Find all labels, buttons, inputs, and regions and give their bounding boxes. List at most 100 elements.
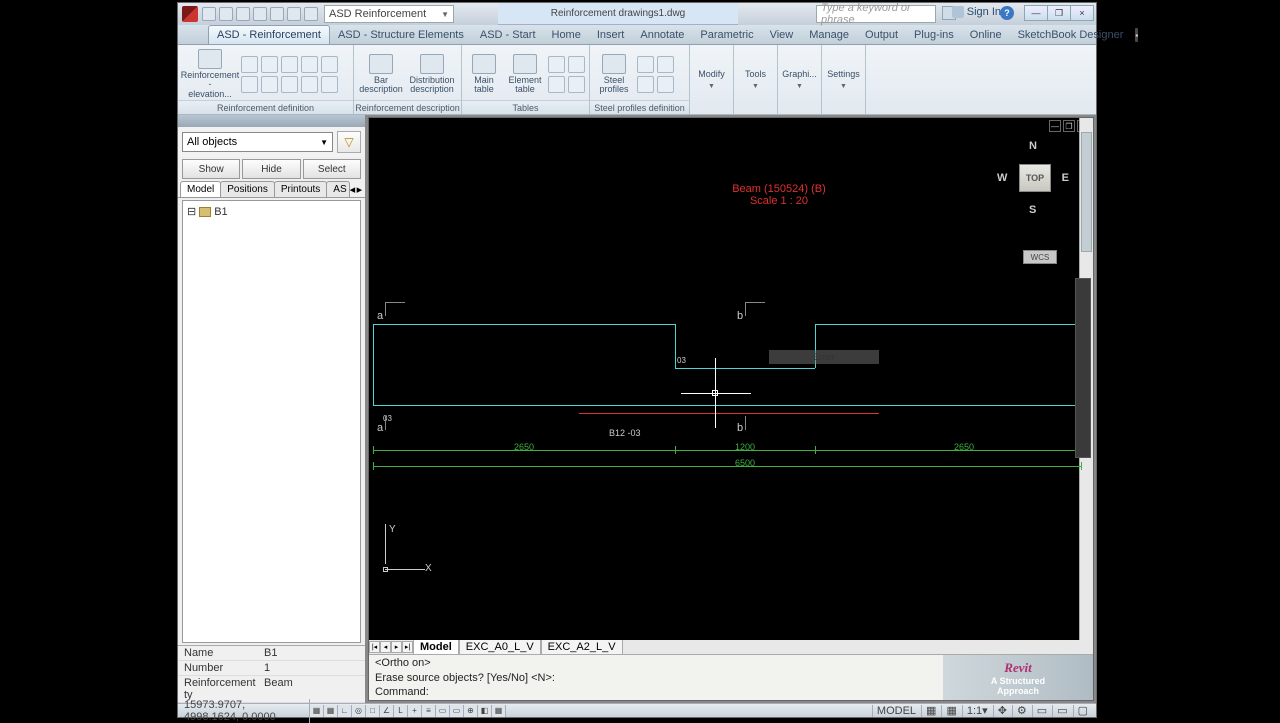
redo-icon[interactable]	[304, 7, 318, 21]
drawing-window[interactable]: — ❐ × Beam (150524) (B) Scale 1 : 20 a b	[368, 117, 1094, 701]
sr-icon-6[interactable]: ▭	[1052, 705, 1071, 717]
rd-icon-2[interactable]	[261, 56, 278, 73]
tab-home[interactable]: Home	[544, 26, 589, 44]
sp-icon-4[interactable]	[657, 76, 674, 93]
panel-graphics[interactable]: Graphi...▼	[778, 45, 822, 114]
layout-nav-first-icon[interactable]: |◂	[369, 641, 380, 653]
rd-icon-1[interactable]	[241, 56, 258, 73]
tab-online[interactable]: Online	[962, 26, 1010, 44]
tb-icon-1[interactable]	[548, 56, 565, 73]
tb-icon-2[interactable]	[568, 56, 585, 73]
annotation-scale[interactable]: 1:1 ▾	[962, 705, 992, 717]
side-tab-printouts[interactable]: Printouts	[274, 181, 327, 197]
tb-icon-3[interactable]	[548, 76, 565, 93]
viewcube-face[interactable]: TOP	[1019, 164, 1051, 192]
object-tree[interactable]: ⊟ B1	[182, 200, 361, 643]
filter-icon[interactable]: ▽	[337, 131, 361, 153]
save-icon[interactable]	[236, 7, 250, 21]
reinforcement-elevation-button[interactable]: Reinforcement - elevation...	[182, 48, 238, 100]
sr-icon-5[interactable]: ▭	[1032, 705, 1051, 717]
side-panel-titlebar[interactable]	[178, 115, 365, 127]
select-button[interactable]: Select	[303, 159, 361, 179]
panel-modify[interactable]: Modify▼	[690, 45, 734, 114]
tab-plugins[interactable]: Plug-ins	[906, 26, 962, 44]
layout-nav-last-icon[interactable]: ▸|	[402, 641, 413, 653]
tab-output[interactable]: Output	[857, 26, 906, 44]
tab-view[interactable]: View	[762, 26, 802, 44]
ducs-toggle[interactable]: L	[394, 705, 408, 717]
layer-combo[interactable]: ASD Reinforcement ▼	[324, 5, 454, 23]
layout-tab-1[interactable]: EXC_A0_L_V	[459, 640, 541, 655]
minimize-button[interactable]: —	[1024, 5, 1048, 21]
rd-icon-8[interactable]	[281, 76, 298, 93]
viewcube-south[interactable]: S	[1029, 204, 1036, 216]
search-input[interactable]: Type a keyword or phrase	[816, 5, 936, 23]
side-tab-model[interactable]: Model	[180, 181, 221, 197]
ucs-icon[interactable]: Y X	[377, 524, 427, 574]
sr-icon-4[interactable]: ⚙	[1012, 705, 1031, 717]
tab-scroll-right-icon[interactable]: ▸	[356, 181, 363, 197]
cmd-input[interactable]	[429, 686, 937, 698]
open-icon[interactable]	[219, 7, 233, 21]
sp-icon-2[interactable]	[657, 56, 674, 73]
sp-icon-3[interactable]	[637, 76, 654, 93]
tab-parametric[interactable]: Parametric	[692, 26, 761, 44]
grid-toggle[interactable]: ▦	[324, 705, 338, 717]
polar-toggle[interactable]: ◎	[352, 705, 366, 717]
tpy-toggle[interactable]: ▭	[436, 705, 450, 717]
panel-settings[interactable]: Settings▼	[822, 45, 866, 114]
rd-icon-3[interactable]	[281, 56, 298, 73]
command-text[interactable]: <Ortho on> Erase source objects? [Yes/No…	[369, 655, 943, 700]
show-button[interactable]: Show	[182, 159, 240, 179]
tab-insert[interactable]: Insert	[589, 26, 633, 44]
tree-collapse-icon[interactable]: ⊟	[187, 205, 196, 218]
layout-tab-model[interactable]: Model	[413, 640, 459, 655]
lwt-toggle[interactable]: ≡	[422, 705, 436, 717]
extra-toggle[interactable]: ▦	[492, 705, 506, 717]
rd-icon-4[interactable]	[301, 56, 318, 73]
tab-asd-start[interactable]: ASD - Start	[472, 26, 544, 44]
viewcube[interactable]: N S W E TOP	[993, 138, 1073, 218]
signin-button[interactable]: Sign In	[952, 6, 1001, 18]
rd-icon-6[interactable]	[241, 76, 258, 93]
bar-description-button[interactable]: Bar description	[358, 48, 404, 100]
otrack-toggle[interactable]: ∠	[380, 705, 394, 717]
prop-value[interactable]: Beam	[264, 677, 293, 701]
drawing-area[interactable]: Beam (150524) (B) Scale 1 : 20 a b	[369, 118, 1093, 640]
viewcube-north[interactable]: N	[1029, 140, 1037, 152]
element-table-button[interactable]: Element table	[505, 48, 545, 100]
help-icon[interactable]: ?	[1000, 6, 1014, 20]
tb-icon-4[interactable]	[568, 76, 585, 93]
panel-tools[interactable]: Tools▼	[734, 45, 778, 114]
qp-toggle[interactable]: ▭	[450, 705, 464, 717]
wcs-badge[interactable]: WCS	[1023, 250, 1057, 264]
tab-annotate[interactable]: Annotate	[632, 26, 692, 44]
filter-combo[interactable]: All objects ▼	[182, 132, 333, 152]
prop-value[interactable]: 1	[264, 662, 270, 674]
undo-icon[interactable]	[287, 7, 301, 21]
main-table-button[interactable]: Main table	[466, 48, 502, 100]
tab-asd-structure-elements[interactable]: ASD - Structure Elements	[330, 26, 472, 44]
clean-screen-toggle[interactable]: ▢	[1073, 705, 1092, 717]
rd-icon-5[interactable]	[321, 56, 338, 73]
tab-sketchbook[interactable]: SketchBook Designer	[1010, 26, 1132, 44]
tab-manage[interactable]: Manage	[801, 26, 857, 44]
rd-icon-9[interactable]	[301, 76, 318, 93]
tab-scroll-left-icon[interactable]: ◂	[349, 181, 356, 197]
rd-icon-7[interactable]	[261, 76, 278, 93]
tab-asd-reinforcement[interactable]: ASD - Reinforcement	[208, 25, 330, 44]
new-icon[interactable]	[202, 7, 216, 21]
rd-icon-10[interactable]	[321, 76, 338, 93]
steel-profiles-button[interactable]: Steel profiles	[594, 48, 634, 100]
print-icon[interactable]	[270, 7, 284, 21]
tab-overflow-icon[interactable]: ▪	[1135, 28, 1138, 42]
distribution-description-button[interactable]: Distribution description	[407, 48, 457, 100]
saveas-icon[interactable]	[253, 7, 267, 21]
hide-button[interactable]: Hide	[242, 159, 300, 179]
sr-icon-3[interactable]: ✥	[993, 705, 1011, 717]
snap-toggle[interactable]: ▦	[310, 705, 324, 717]
side-tab-as[interactable]: AS	[326, 181, 349, 197]
layout-tab-2[interactable]: EXC_A2_L_V	[541, 640, 623, 655]
prop-value[interactable]: B1	[264, 647, 277, 659]
side-tab-positions[interactable]: Positions	[220, 181, 275, 197]
